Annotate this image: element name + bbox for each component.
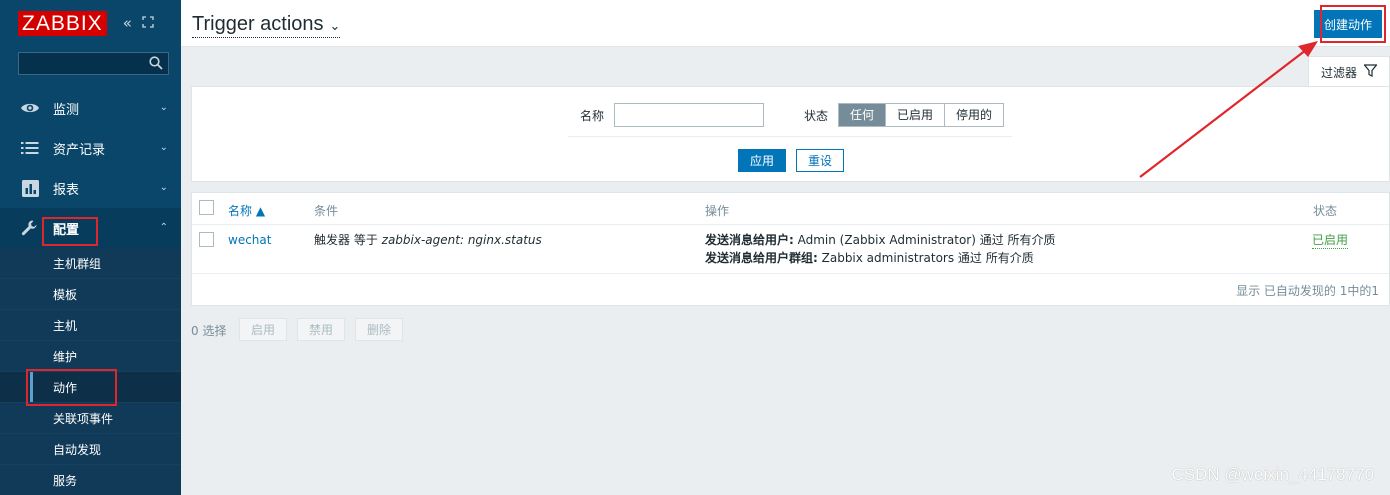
watermark: CSDN @weixin_44178770: [1171, 465, 1374, 484]
annotation-arrow-icon: [1139, 41, 1318, 178]
